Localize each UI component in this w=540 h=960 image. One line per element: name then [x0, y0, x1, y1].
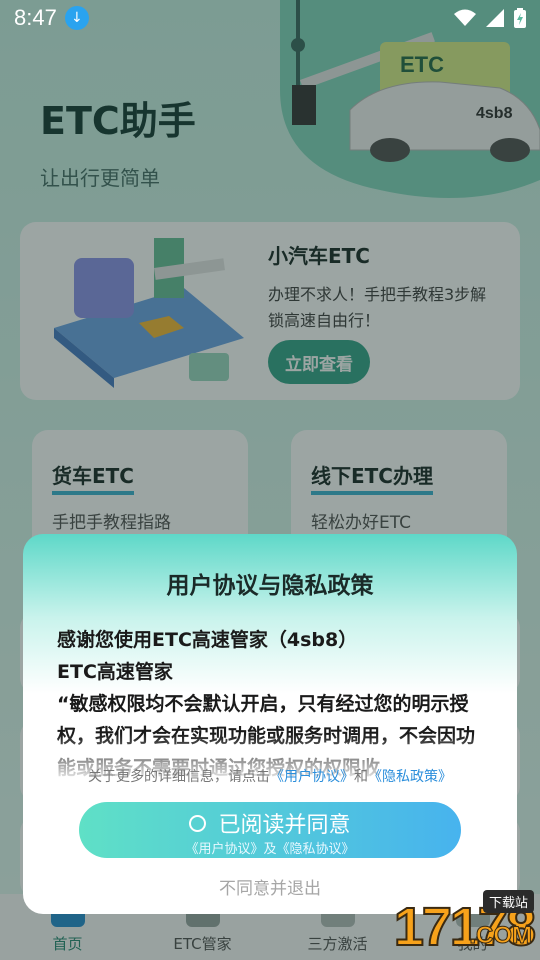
- user-agreement-link[interactable]: 《用户协议》: [270, 769, 354, 785]
- download-icon: ↓: [64, 6, 89, 30]
- agree-sublabel: 《用户协议》及《隐私协议》: [185, 842, 355, 857]
- dialog-body-line: ETC高速管家: [57, 661, 173, 683]
- watermark-download-label: 下载站: [482, 890, 534, 913]
- agree-button[interactable]: 已阅读并同意 《用户协议》及《隐私协议》: [79, 802, 461, 858]
- info-and: 和: [354, 769, 368, 785]
- wifi-icon: [454, 9, 476, 26]
- site-watermark: 17178 下载站 .COM: [393, 890, 537, 958]
- dialog-title: 用户协议与隐私政策: [166, 573, 374, 599]
- privacy-policy-link[interactable]: 《隐私政策》: [368, 769, 452, 785]
- info-prefix: 关于更多的详细信息，请点击: [88, 769, 270, 785]
- dialog-info-text: 关于更多的详细信息，请点击《用户协议》和《隐私政策》: [23, 766, 517, 786]
- privacy-dialog: 用户协议与隐私政策 感谢您使用ETC高速管家（4sb8） ETC高速管家 “敏感…: [23, 534, 517, 914]
- watermark-com: .COM: [469, 922, 533, 950]
- dialog-body-line: 感谢您使用ETC高速管家（4sb8）: [57, 629, 358, 651]
- signal-icon: [486, 9, 504, 27]
- status-bar: 8:47 ↓: [0, 0, 540, 36]
- radio-icon: [189, 814, 207, 832]
- battery-icon: [514, 8, 526, 28]
- status-time: 8:47: [14, 5, 57, 30]
- agree-label: 已阅读并同意: [218, 813, 351, 838]
